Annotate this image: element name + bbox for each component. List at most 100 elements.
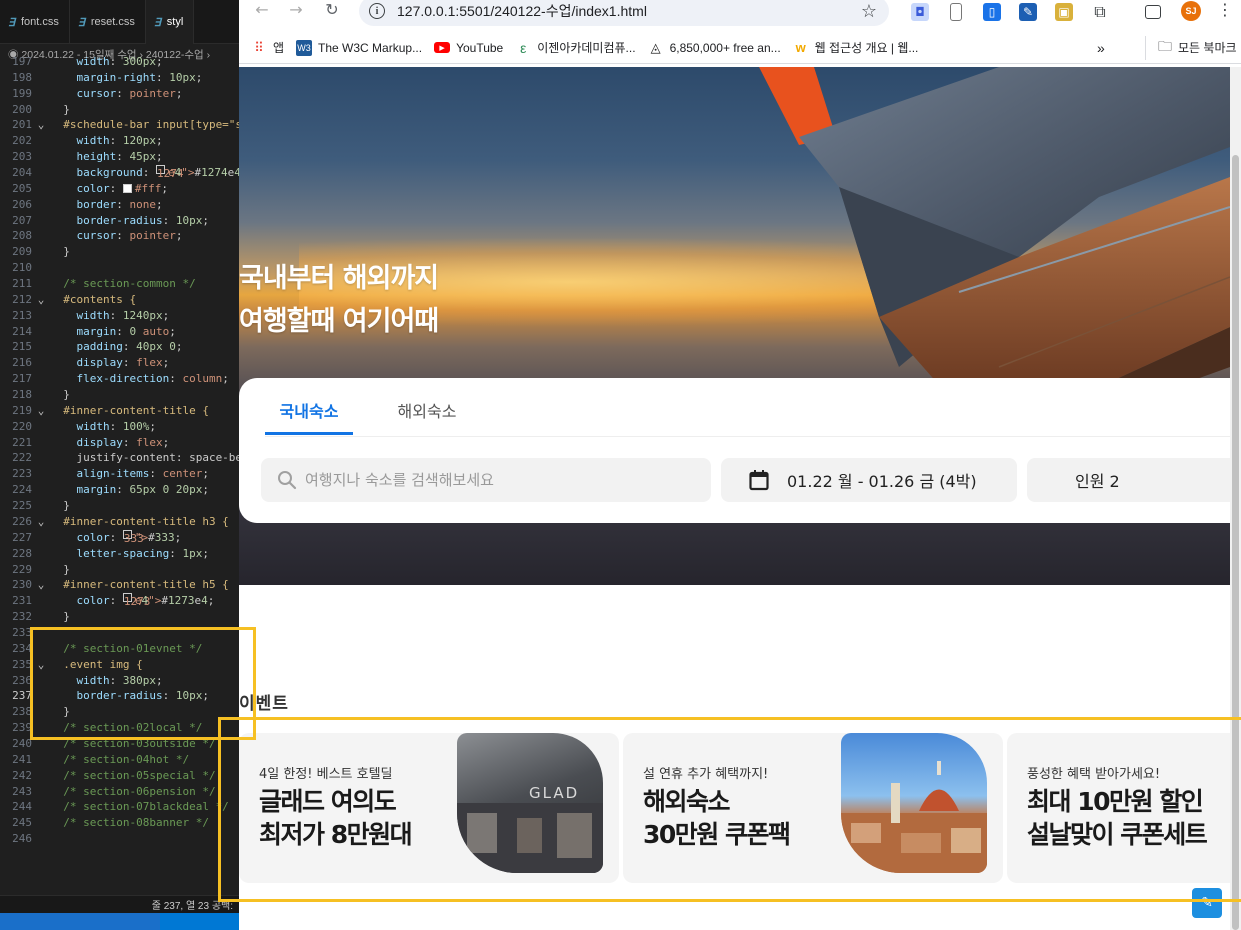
more-menu-icon[interactable]: ⋮ — [1217, 0, 1233, 19]
fold-chevron-icon[interactable] — [32, 530, 50, 546]
editor-status-bar[interactable]: 줄 237, 열 23 공백: — [0, 895, 239, 913]
fold-chevron-icon[interactable] — [32, 799, 50, 815]
fold-chevron-icon[interactable] — [32, 609, 50, 625]
bookmark-star-icon[interactable]: ☆ — [861, 1, 877, 22]
fold-chevron-icon[interactable] — [32, 324, 50, 340]
code-line[interactable]: 237 border-radius: 10px; — [0, 688, 239, 704]
fold-chevron-icon[interactable] — [32, 435, 50, 451]
code-line[interactable]: 222 justify-content: space-betw — [0, 450, 239, 466]
code-line[interactable]: 238 } — [0, 704, 239, 720]
site-info-icon[interactable]: i — [369, 3, 385, 19]
fold-chevron-icon[interactable] — [32, 149, 50, 165]
profile-avatar[interactable]: SJ — [1181, 1, 1201, 21]
code-line[interactable]: 235 ⌄ .event img { — [0, 657, 239, 673]
fold-chevron-icon[interactable] — [32, 498, 50, 514]
code-line[interactable]: 209 } — [0, 244, 239, 260]
bookmark-academy[interactable]: ε 이젠아카데미컴퓨... — [515, 39, 635, 56]
code-line[interactable]: 229 } — [0, 562, 239, 578]
side-panel-icon[interactable] — [1145, 5, 1161, 19]
fold-chevron-icon[interactable] — [32, 562, 50, 578]
guest-count-selector[interactable]: 인원 2 — [1027, 458, 1230, 502]
code-line[interactable]: 236 width: 380px; — [0, 673, 239, 689]
fold-chevron-icon[interactable] — [32, 260, 50, 276]
code-line[interactable]: 246 — [0, 831, 239, 847]
bookmark-apps[interactable]: ⠿ 앱 — [251, 39, 284, 56]
extension-phone-icon[interactable] — [950, 3, 962, 21]
code-line[interactable]: 233 — [0, 625, 239, 641]
fold-chevron-icon[interactable] — [32, 784, 50, 800]
fold-chevron-icon[interactable] — [32, 625, 50, 641]
fold-chevron-icon[interactable]: ⌄ — [32, 577, 50, 593]
tab-domestic-stay[interactable]: 국내숙소 — [265, 398, 353, 435]
fold-chevron-icon[interactable] — [32, 450, 50, 466]
code-line[interactable]: 223 align-items: center; — [0, 466, 239, 482]
bookmark-web-accessibility[interactable]: w웹 접근성 개요 | 웹... — [793, 39, 919, 56]
extensions-puzzle-icon[interactable]: ⧉ — [1091, 2, 1109, 21]
fold-chevron-icon[interactable] — [32, 165, 50, 181]
url-text[interactable]: 127.0.0.1:5501/240122-수업/index1.html — [397, 1, 647, 21]
fold-chevron-icon[interactable] — [32, 720, 50, 736]
code-line[interactable]: 224 margin: 65px 0 20px; — [0, 482, 239, 498]
bookmark-youtube[interactable]: ▶ YouTube — [434, 41, 503, 55]
fold-chevron-icon[interactable] — [32, 736, 50, 752]
all-bookmarks-folder[interactable]: 🗀 모든 북마크 — [1145, 35, 1237, 60]
code-line[interactable]: 239 /* section-02local */ — [0, 720, 239, 736]
extension-capture-icon[interactable]: ◘ — [911, 3, 929, 21]
code-line[interactable]: 218 } — [0, 387, 239, 403]
fold-chevron-icon[interactable] — [32, 593, 50, 609]
fold-chevron-icon[interactable] — [32, 355, 50, 371]
editor-tab-reset-css[interactable]: ∃ reset.css — [70, 0, 146, 44]
code-line[interactable]: 214 margin: 0 auto; — [0, 324, 239, 340]
code-line[interactable]: 244 /* section-07blackdeal */ — [0, 799, 239, 815]
tab-overseas-stay[interactable]: 해외숙소 — [387, 398, 467, 435]
code-line[interactable]: 202 width: 120px; — [0, 133, 239, 149]
code-line[interactable]: 210 — [0, 260, 239, 276]
code-line[interactable]: 212 ⌄ #contents { — [0, 292, 239, 308]
fold-chevron-icon[interactable] — [32, 466, 50, 482]
fold-chevron-icon[interactable] — [32, 197, 50, 213]
forward-icon[interactable]: → — [281, 0, 311, 21]
fold-chevron-icon[interactable] — [32, 815, 50, 831]
color-picker-floating-button[interactable]: ✎ — [1192, 888, 1222, 918]
fold-chevron-icon[interactable] — [32, 752, 50, 768]
code-line[interactable]: 231 color: 1273e4">#1273e4; — [0, 593, 239, 609]
page-scrollbar[interactable] — [1230, 67, 1241, 930]
fold-chevron-icon[interactable] — [32, 831, 50, 847]
code-line[interactable]: 201 ⌄ #schedule-bar input[type="sub — [0, 117, 239, 133]
fold-chevron-icon[interactable]: ⌄ — [32, 403, 50, 419]
code-line[interactable]: 219 ⌄ #inner-content-title { — [0, 403, 239, 419]
fold-chevron-icon[interactable] — [32, 339, 50, 355]
back-icon[interactable]: ← — [247, 0, 277, 21]
code-area[interactable]: 197 width: 300px; 198 margin-right: 10px;… — [0, 54, 239, 894]
fold-chevron-icon[interactable] — [32, 276, 50, 292]
code-line[interactable]: 198 margin-right: 10px; — [0, 70, 239, 86]
scrollbar-thumb[interactable] — [1232, 155, 1239, 930]
event-card-overseas-coupon[interactable]: 설 연휴 추가 혜택까지! 해외숙소 30만원 쿠폰팩 — [623, 733, 1003, 883]
fold-chevron-icon[interactable] — [32, 228, 50, 244]
code-line[interactable]: 228 letter-spacing: 1px; — [0, 546, 239, 562]
code-line[interactable]: 211 /* section-common */ — [0, 276, 239, 292]
fold-chevron-icon[interactable] — [32, 308, 50, 324]
fold-chevron-icon[interactable] — [32, 387, 50, 403]
fold-chevron-icon[interactable] — [32, 673, 50, 689]
code-line[interactable]: 213 width: 1240px; — [0, 308, 239, 324]
fold-chevron-icon[interactable] — [32, 181, 50, 197]
code-line[interactable]: 199 cursor: pointer; — [0, 86, 239, 102]
fold-chevron-icon[interactable] — [32, 688, 50, 704]
extension-colorpicker-icon[interactable]: ✎ — [1019, 3, 1037, 21]
code-line[interactable]: 230 ⌄ #inner-content-title h5 { — [0, 577, 239, 593]
fold-chevron-icon[interactable] — [32, 546, 50, 562]
code-line[interactable]: 203 height: 45px; — [0, 149, 239, 165]
extension-image-icon[interactable]: ▣ — [1055, 3, 1073, 21]
search-input[interactable] — [305, 471, 705, 489]
fold-chevron-icon[interactable]: ⌄ — [32, 117, 50, 133]
bookmark-w3c[interactable]: W3 The W3C Markup... — [296, 39, 422, 56]
code-line[interactable]: 220 width: 100%; — [0, 419, 239, 435]
code-line[interactable]: 205 color: #fff; — [0, 181, 239, 197]
code-line[interactable]: 226 ⌄ #inner-content-title h3 { — [0, 514, 239, 530]
extension-device-icon[interactable]: ▯ — [983, 3, 1001, 21]
fold-chevron-icon[interactable]: ⌄ — [32, 514, 50, 530]
bookmarks-overflow-icon[interactable]: » — [1097, 40, 1105, 56]
code-line[interactable]: 234 /* section-01evnet */ — [0, 641, 239, 657]
fold-chevron-icon[interactable] — [32, 213, 50, 229]
